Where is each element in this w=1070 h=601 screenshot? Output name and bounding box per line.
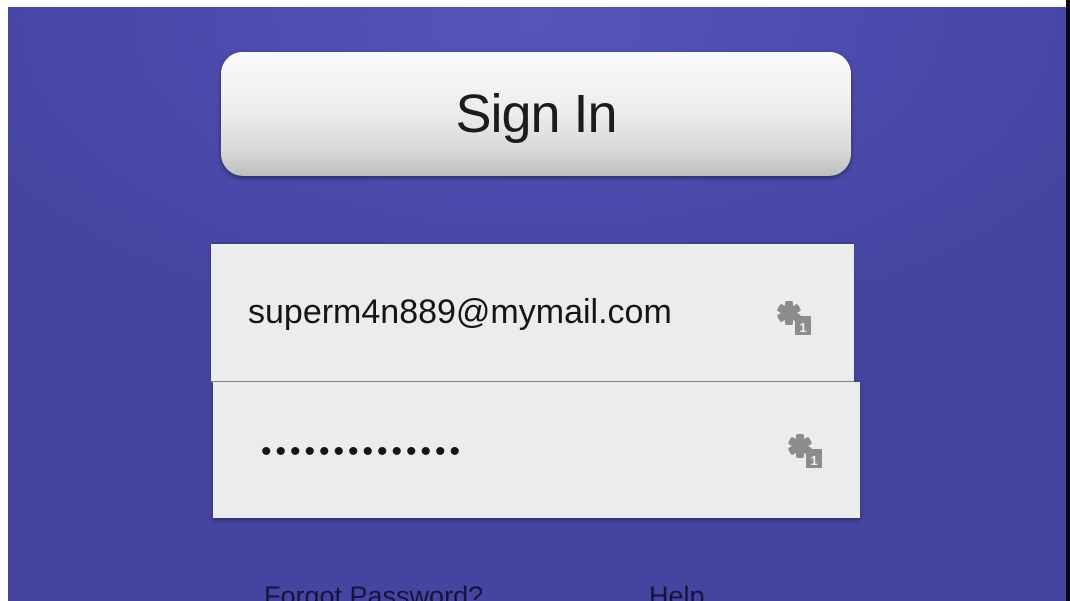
help-link[interactable]: Help — [649, 581, 705, 601]
email-field[interactable]: superm4n889@mymail.com 1 — [211, 244, 854, 382]
sign-in-screen: Sign In superm4n889@mymail.com 1 •••••••… — [8, 7, 1066, 601]
sign-in-button[interactable]: Sign In — [221, 52, 851, 176]
email-value: superm4n889@mymail.com — [248, 293, 672, 331]
keyboard-shortcut-icon[interactable]: 1 — [775, 298, 813, 338]
svg-text:1: 1 — [810, 453, 817, 468]
sign-in-button-label: Sign In — [455, 84, 617, 144]
password-field[interactable]: •••••••••••••• 1 — [213, 382, 860, 518]
screen-edge — [1066, 0, 1070, 601]
forgot-password-link[interactable]: Forgot Password? — [264, 581, 483, 601]
keyboard-shortcut-icon[interactable]: 1 — [786, 431, 824, 471]
svg-text:1: 1 — [799, 320, 806, 335]
password-value: •••••••••••••• — [261, 435, 465, 468]
